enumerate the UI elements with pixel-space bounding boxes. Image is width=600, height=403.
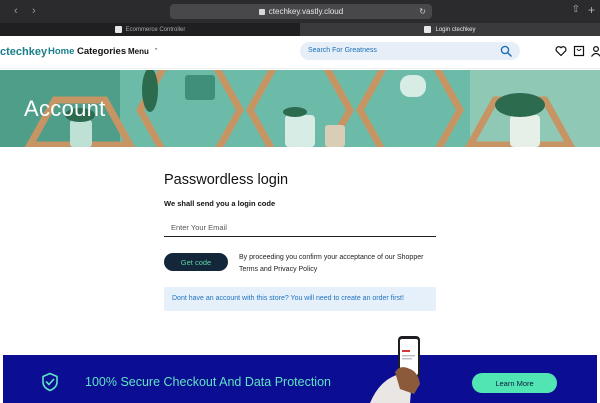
favicon-icon [424,26,432,33]
tab-ecommerce-controller[interactable]: Ecommerce Controller [0,23,300,36]
nav-menu-label: Menu [128,47,149,56]
email-field[interactable] [164,218,436,237]
tab-label: Login ctechkey [435,26,476,33]
tab-bar: Ecommerce Controller Login ctechkey [0,23,600,36]
form-subtitle: We shall send you a login code [164,199,276,208]
cart-icon[interactable] [573,45,585,57]
banner-text: 100% Secure Checkout And Data Protection [85,375,331,389]
learn-more-button[interactable]: Learn More [472,373,557,393]
nav-menu[interactable]: Menu ˇ [128,47,157,56]
tab-label: Ecommerce Controller [125,26,186,33]
share-icon[interactable]: ⇧ [572,4,580,15]
logo[interactable]: ctechkey [0,46,47,58]
shield-icon [42,372,58,392]
search-placeholder: Search For Greatness [308,47,377,54]
address-bar[interactable]: ctechkey.vastly.cloud ↻ [170,4,432,19]
back-icon[interactable]: ‹ [14,5,18,17]
user-icon[interactable] [590,45,600,57]
reload-icon[interactable]: ↻ [419,7,426,16]
nav-categories[interactable]: Categories [77,46,126,57]
favicon-icon [114,26,122,33]
lock-icon [258,8,265,15]
nav-home[interactable]: Home [48,46,74,57]
new-tab-icon[interactable]: + [588,3,595,17]
forward-icon[interactable]: › [32,5,36,17]
get-code-button[interactable]: Get code [164,253,228,271]
info-notice-text: Dont have an account with this store? Yo… [172,295,404,302]
search-icon[interactable] [500,45,512,57]
info-notice: Dont have an account with this store? Yo… [164,287,436,311]
chevron-down-icon: ˇ [154,49,158,56]
browser-toolbar: ‹ › ctechkey.vastly.cloud ↻ ⇧ + [0,0,600,23]
heart-icon[interactable] [555,45,567,57]
page-title: Account [24,96,106,121]
form-title: Passwordless login [164,172,289,188]
tab-login[interactable]: Login ctechkey [300,23,600,36]
search-bar[interactable]: Search For Greatness [300,42,520,60]
url-text: ctechkey.vastly.cloud [268,7,344,16]
phone-in-hand-image [370,336,420,403]
consent-text: By proceeding you confirm your acceptanc… [239,254,424,273]
